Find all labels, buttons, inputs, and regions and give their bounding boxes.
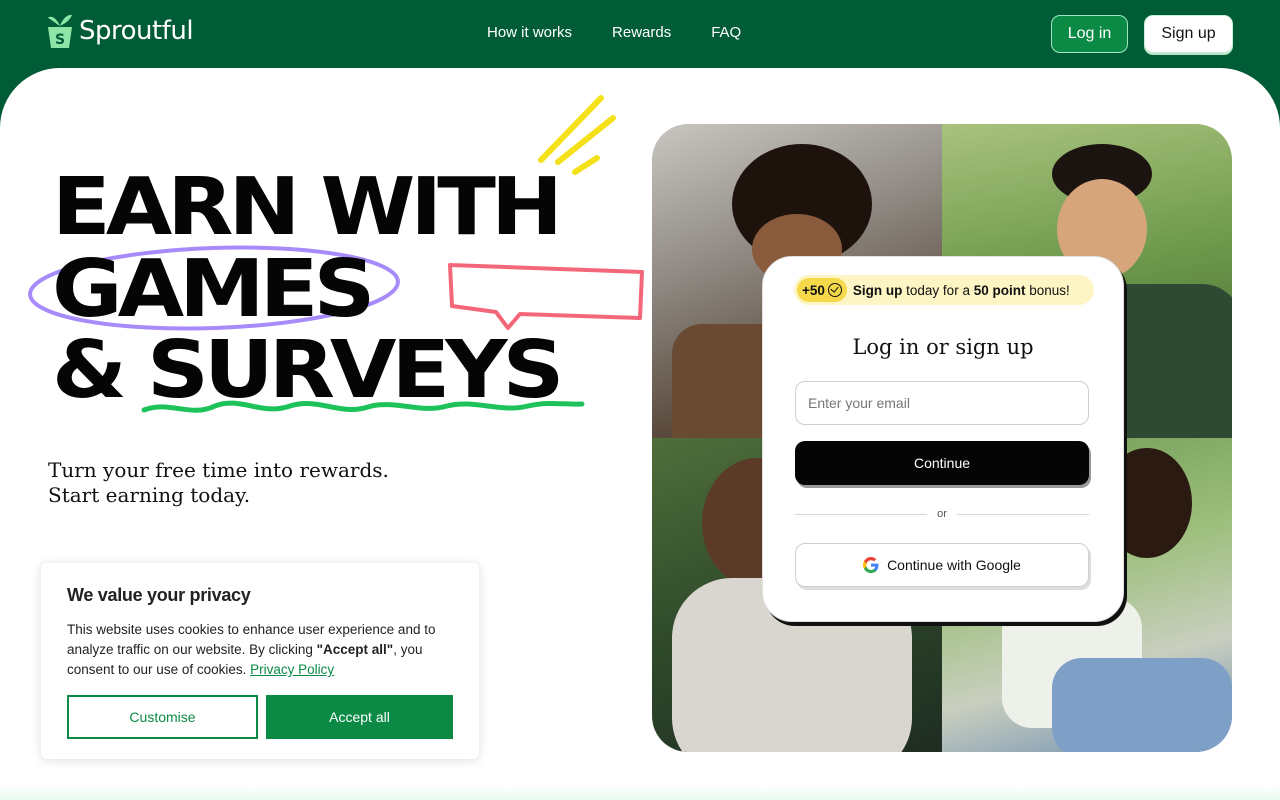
nav-link-rewards[interactable]: Rewards — [612, 24, 671, 41]
cookie-banner-title: We value your privacy — [67, 585, 251, 605]
bonus-middle-text: today for a — [902, 282, 974, 298]
main-nav: How it works Rewards FAQ — [487, 24, 741, 41]
bonus-points-badge: +50 — [797, 278, 847, 302]
hero-subtitle-line-2: Start earning today. — [48, 483, 251, 507]
header-signup-button[interactable]: Sign up — [1144, 15, 1233, 53]
page-footer-gradient — [0, 785, 1280, 800]
brand-name: Sproutful — [79, 16, 194, 46]
svg-text:S: S — [55, 32, 65, 48]
privacy-policy-link[interactable]: Privacy Policy — [250, 662, 334, 677]
continue-with-google-button[interactable]: Continue with Google — [795, 543, 1089, 587]
divider-label: or — [937, 508, 947, 520]
auth-card-title: Log in or sign up — [852, 335, 1034, 359]
email-input[interactable] — [795, 381, 1089, 425]
signup-bonus-banner: +50 Sign up today for a 50 point bonus! — [794, 275, 1094, 305]
coin-check-icon — [827, 283, 842, 297]
nav-link-how-it-works[interactable]: How it works — [487, 24, 572, 41]
sprout-logo-icon: S — [48, 14, 72, 48]
customise-cookies-button[interactable]: Customise — [67, 695, 258, 739]
accept-all-cookies-button[interactable]: Accept all — [266, 695, 453, 739]
nav-link-faq[interactable]: FAQ — [711, 24, 741, 41]
hero-title-line-3: & SURVEYS — [52, 324, 564, 417]
cookie-text-bold: "Accept all" — [316, 642, 394, 657]
header-login-button[interactable]: Log in — [1051, 15, 1128, 53]
hero-subtitle-line-1: Turn your free time into rewards. — [48, 458, 389, 482]
site-header: S Sproutful How it works Rewards FAQ Log… — [0, 0, 1280, 68]
continue-button[interactable]: Continue — [795, 441, 1089, 485]
bonus-text: Sign up today for a 50 point bonus! — [853, 283, 1070, 298]
hero-subtitle: Turn your free time into rewards. Start … — [48, 458, 389, 508]
bonus-points-value: +50 — [802, 282, 825, 298]
hero-title-line-1: EARN WITH — [52, 161, 563, 254]
or-divider: or — [795, 507, 1089, 521]
bonus-signup-text: Sign up — [852, 282, 903, 298]
google-button-label: Continue with Google — [887, 557, 1021, 573]
brand-logo[interactable]: S Sproutful — [47, 12, 194, 50]
cookie-banner-text: This website uses cookies to enhance use… — [67, 620, 459, 680]
google-icon — [863, 557, 879, 573]
hero-title-line-2: GAMES — [52, 243, 375, 336]
auth-card: +50 Sign up today for a 50 point bonus! … — [762, 256, 1124, 622]
bonus-amount-text: 50 point — [973, 282, 1026, 298]
divider-line-left — [795, 513, 928, 515]
cookie-consent-banner: We value your privacy This website uses … — [41, 563, 479, 759]
bonus-end-text: bonus! — [1025, 282, 1070, 298]
divider-line-right — [956, 513, 1089, 515]
